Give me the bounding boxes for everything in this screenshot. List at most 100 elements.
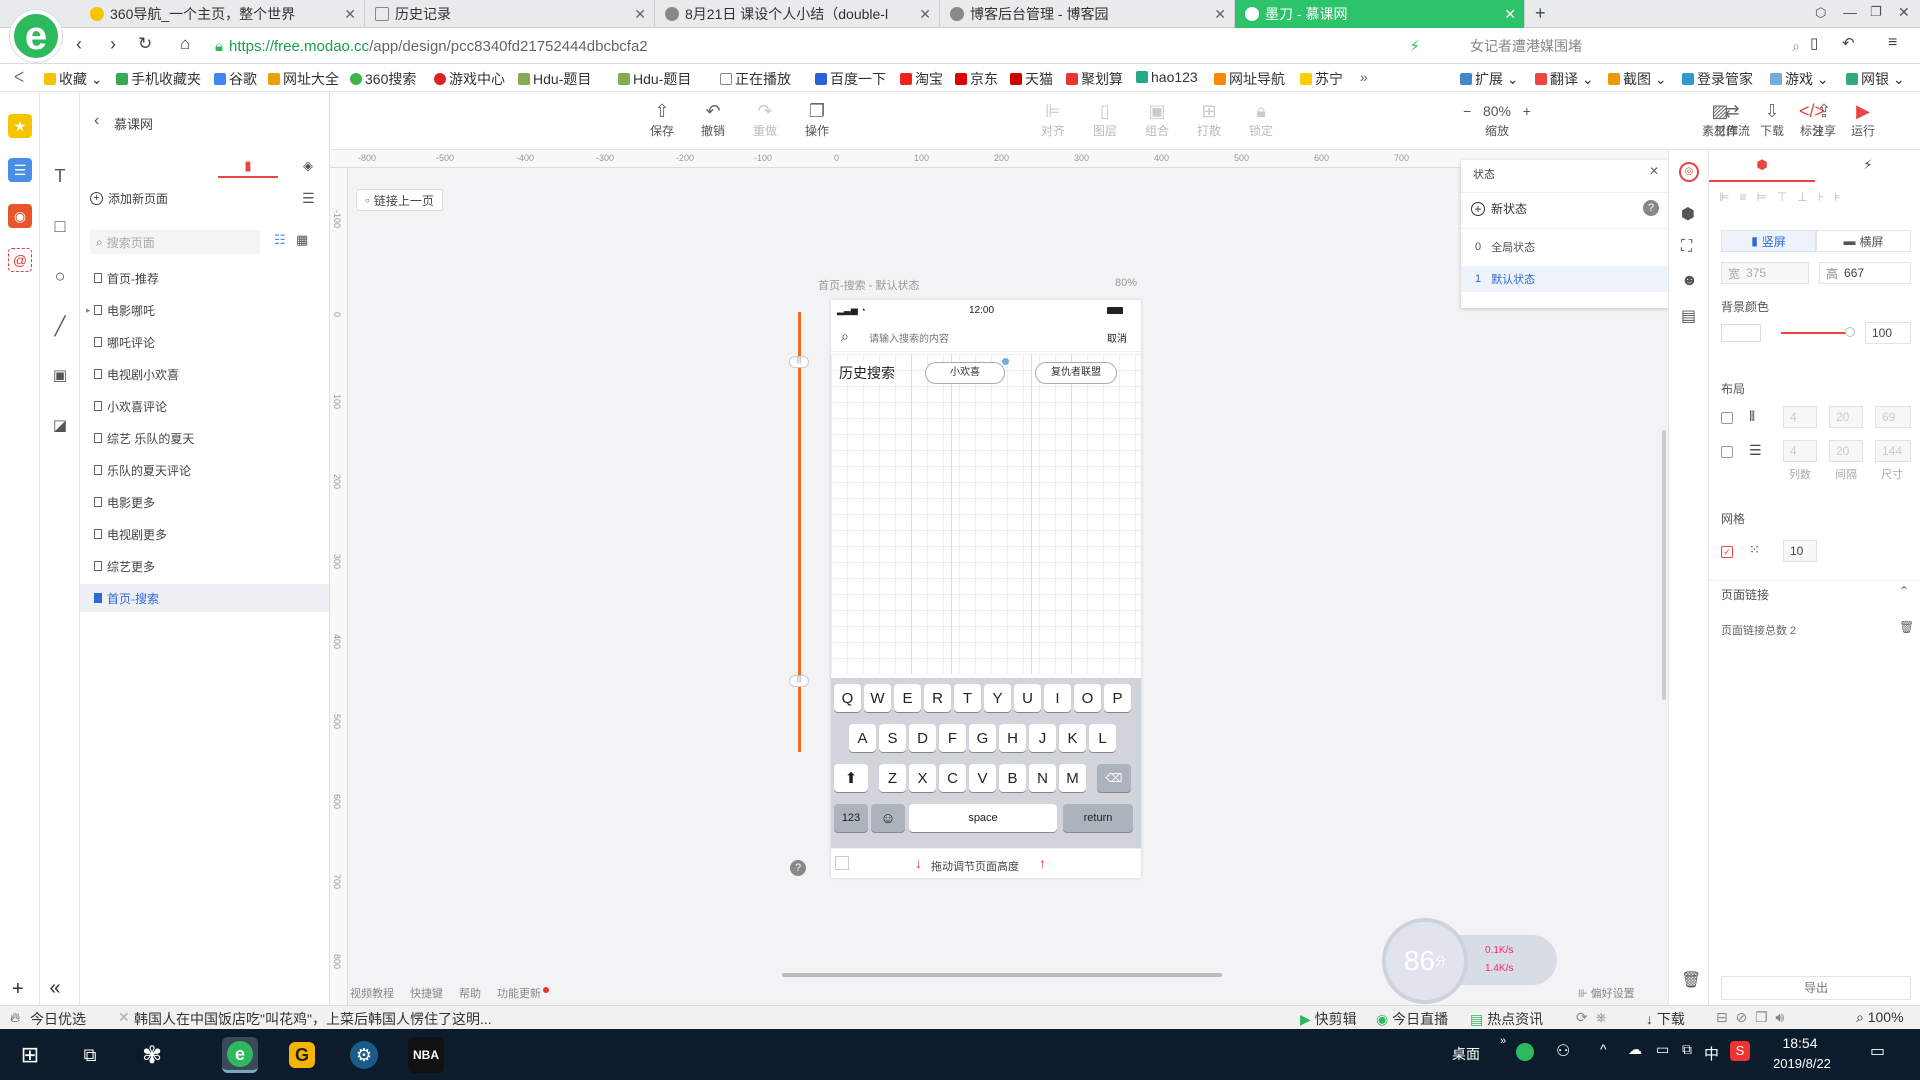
key[interactable]: U bbox=[1014, 684, 1041, 712]
layout-rows-checkbox[interactable] bbox=[1721, 446, 1733, 458]
today-picks[interactable]: 今日优选 bbox=[30, 1009, 86, 1029]
close-icon[interactable]: ✕ bbox=[1504, 6, 1516, 23]
skin-icon[interactable]: ⬡ bbox=[1815, 5, 1826, 21]
rectangle-tool-icon[interactable]: □ bbox=[50, 216, 70, 236]
rows-size-input[interactable]: 144 bbox=[1875, 440, 1911, 462]
app-icon[interactable]: ✾ bbox=[134, 1037, 170, 1073]
state-item-selected[interactable]: 1 默认状态 bbox=[1461, 266, 1669, 292]
online-bank-button[interactable]: 网银 ⌄ bbox=[1846, 69, 1905, 89]
phone-search-input[interactable]: 请输入搜索的内容 bbox=[869, 330, 949, 345]
cube-icon[interactable]: ⬢ bbox=[1681, 204, 1695, 224]
shift-key-icon[interactable]: ⬆ bbox=[834, 764, 868, 792]
undo-button[interactable]: ↶ 撤销 bbox=[693, 100, 733, 139]
add-icon[interactable]: + bbox=[12, 978, 24, 1001]
cloud-tray-icon[interactable]: ☁ bbox=[1628, 1041, 1642, 1058]
games-button[interactable]: 游戏 ⌄ bbox=[1770, 69, 1829, 89]
history-tag[interactable]: 复仇者联盟 bbox=[1035, 362, 1117, 384]
layout-columns-checkbox[interactable] bbox=[1721, 412, 1733, 424]
tool-icons[interactable]: ⟳ ⎈ bbox=[1576, 1009, 1607, 1026]
checkbox[interactable] bbox=[835, 856, 849, 870]
mail-icon[interactable]: @ bbox=[8, 248, 32, 272]
columns-gap-input[interactable]: 20 bbox=[1829, 406, 1863, 428]
page-item[interactable]: 综艺 乐队的夏天 bbox=[94, 424, 194, 452]
key[interactable]: S bbox=[879, 724, 906, 752]
slider-handle[interactable]: ||| bbox=[789, 675, 809, 687]
clock-time[interactable]: 18:54 bbox=[1770, 1035, 1830, 1051]
numbers-key[interactable]: 123 bbox=[834, 804, 868, 832]
tab-layers[interactable]: ◈ bbox=[278, 158, 338, 178]
app-taskbar-icon[interactable]: G bbox=[284, 1037, 320, 1073]
help-icon[interactable]: ? bbox=[790, 860, 806, 876]
ime-indicator[interactable]: 中 bbox=[1704, 1043, 1719, 1064]
undo-close-icon[interactable]: ↶ bbox=[1842, 34, 1855, 52]
page-item[interactable]: 综艺更多 bbox=[94, 552, 155, 580]
url-input[interactable]: 🔒︎ https://free.modao.cc/app/design/pcc8… bbox=[215, 31, 1460, 61]
restore-icon[interactable]: ❐ bbox=[1870, 4, 1882, 20]
page-item[interactable]: 电影更多 bbox=[94, 488, 155, 516]
browser-tab-blog-admin[interactable]: 博客后台管理 - 博客园 ✕ bbox=[940, 0, 1235, 28]
page-item[interactable]: 电视剧更多 bbox=[94, 520, 167, 548]
landscape-button[interactable]: ▬ 横屏 bbox=[1816, 230, 1911, 252]
windows-start-icon[interactable]: ⊞ bbox=[12, 1037, 48, 1073]
layout-icon[interactable]: ▤ bbox=[1681, 306, 1696, 326]
opacity-slider[interactable] bbox=[1781, 332, 1847, 334]
history-tag[interactable]: 小欢喜 bbox=[925, 362, 1005, 384]
bookmark-tmall[interactable]: 天猫 bbox=[1010, 69, 1053, 89]
key[interactable]: K bbox=[1059, 724, 1086, 752]
add-page-button[interactable]: + 添加新页面 bbox=[90, 190, 168, 207]
footer-link-help[interactable]: 帮助 bbox=[459, 985, 481, 1001]
cancel-button[interactable]: 取消 bbox=[1107, 330, 1127, 345]
key[interactable]: V bbox=[969, 764, 996, 792]
security-tray-icon[interactable] bbox=[1516, 1043, 1534, 1061]
key[interactable]: R bbox=[924, 684, 951, 712]
menu-icon[interactable]: ≡ bbox=[1888, 34, 1897, 52]
key[interactable]: L bbox=[1089, 724, 1116, 752]
bookmark-games[interactable]: 游戏中心 bbox=[434, 69, 505, 89]
more-bookmarks-button[interactable]: » bbox=[1360, 69, 1368, 85]
reading-mode-icon[interactable]: ▯ bbox=[1810, 34, 1818, 52]
text-tool-icon[interactable]: T bbox=[50, 166, 70, 186]
zoom-control[interactable]: − 80% + 缩放 bbox=[1450, 100, 1544, 139]
chevron-icon[interactable]: » bbox=[1500, 1035, 1506, 1047]
steam-icon[interactable]: ⚙ bbox=[346, 1037, 382, 1073]
hot-news-button[interactable]: ▤ 热点资讯 bbox=[1470, 1009, 1543, 1029]
return-key[interactable]: return bbox=[1063, 804, 1133, 832]
circle-tool-icon[interactable]: ○ bbox=[50, 266, 70, 286]
close-icon[interactable]: ✕ bbox=[1214, 6, 1226, 23]
key[interactable]: M bbox=[1059, 764, 1086, 792]
bookmark-jd[interactable]: 京东 bbox=[955, 69, 998, 89]
key[interactable]: C bbox=[939, 764, 966, 792]
key[interactable]: T bbox=[954, 684, 981, 712]
run-button[interactable]: ▶ 运行 bbox=[1843, 100, 1883, 139]
download-button[interactable]: ⇩ 下载 bbox=[1752, 100, 1792, 139]
image-tool-icon[interactable]: ▣ bbox=[50, 366, 70, 386]
refresh-icon[interactable]: ↻ bbox=[138, 34, 152, 54]
opacity-slider-handle[interactable] bbox=[1845, 327, 1855, 337]
close-icon[interactable]: ✕ bbox=[919, 6, 931, 23]
speed-icon[interactable]: ⚡ bbox=[1409, 37, 1420, 55]
link-prev-page-button[interactable]: ○ 链接上一页 bbox=[356, 189, 443, 211]
state-item[interactable]: 0 全局状态 bbox=[1461, 234, 1669, 260]
key[interactable]: P bbox=[1104, 684, 1131, 712]
search-icon[interactable]: ⌕ bbox=[1792, 38, 1800, 55]
trash-icon[interactable]: 🗑︎ bbox=[1681, 970, 1701, 990]
home-icon[interactable]: ⌂ bbox=[180, 34, 190, 54]
new-tab-button[interactable]: + bbox=[1535, 3, 1546, 24]
forward-icon[interactable]: › bbox=[110, 34, 116, 55]
key[interactable]: Z bbox=[879, 764, 906, 792]
bookmark-mobile[interactable]: 手机收藏夹 bbox=[116, 69, 201, 89]
portrait-button[interactable]: ▮ 竖屏 bbox=[1721, 230, 1816, 252]
align-tools[interactable]: ⊫≡⊨⊤⊥⊦⊧ bbox=[1719, 190, 1850, 204]
bookmark-nav[interactable]: 网址大全 bbox=[268, 69, 339, 89]
sogou-ime-icon[interactable]: S bbox=[1730, 1041, 1750, 1061]
desktop-toolbar[interactable]: 桌面 bbox=[1452, 1044, 1480, 1064]
live-button[interactable]: ◉ 今日直播 bbox=[1376, 1009, 1448, 1029]
grid-view-icon[interactable]: ▦ bbox=[296, 232, 308, 248]
star-icon[interactable]: ★ bbox=[8, 114, 32, 138]
bookmark-google[interactable]: 谷歌 bbox=[214, 69, 257, 89]
opacity-input[interactable]: 100 bbox=[1865, 322, 1911, 344]
close-icon[interactable]: ✕ bbox=[1649, 164, 1659, 178]
prefs-button[interactable]: ⊪ 偏好设置 bbox=[1578, 985, 1635, 1001]
redo-button[interactable]: ↷ 重做 bbox=[745, 100, 785, 139]
bookmark-playing[interactable]: 正在播放 bbox=[720, 69, 791, 89]
